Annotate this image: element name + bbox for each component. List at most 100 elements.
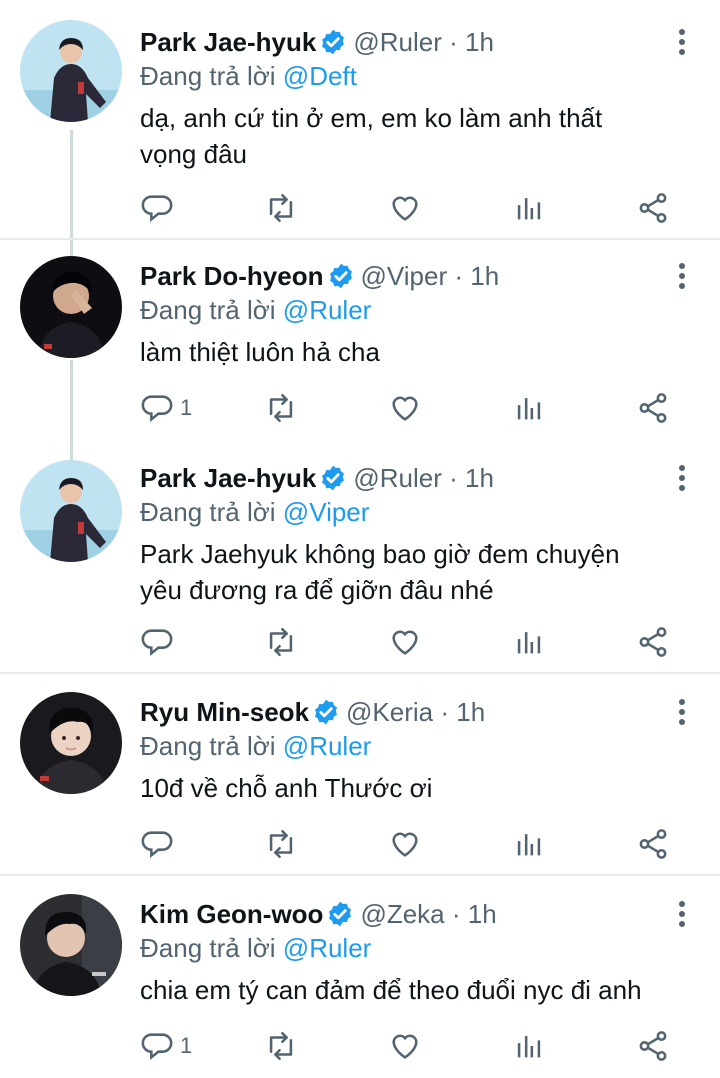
views-button[interactable]: [512, 390, 546, 426]
views-button[interactable]: [512, 190, 546, 226]
avatar[interactable]: [20, 256, 122, 358]
reply-count: 1: [180, 1033, 193, 1058]
tweet-text-line: làm thiệt luôn hả cha: [140, 337, 380, 367]
user-handle[interactable]: @Zeka: [360, 899, 444, 929]
separator-dot: ·: [454, 261, 464, 291]
user-handle[interactable]: @Viper: [361, 261, 448, 291]
more-vertical-icon[interactable]: [672, 463, 692, 493]
replying-to: Đang trả lời @Viper: [140, 496, 369, 528]
tweet-text-line: yêu đương ra để giỡn đâu nhé: [140, 575, 494, 605]
user-handle[interactable]: @Ruler: [353, 27, 442, 57]
mention-link[interactable]: @Ruler: [283, 295, 372, 325]
more-vertical-icon[interactable]: [672, 697, 692, 727]
like-button[interactable]: [388, 1028, 422, 1064]
share-button[interactable]: [636, 624, 670, 660]
views-button[interactable]: [512, 1028, 546, 1064]
views-button[interactable]: [512, 826, 546, 862]
verified-badge-icon: [322, 465, 345, 491]
more-vertical-icon[interactable]: [672, 261, 692, 291]
action-bar: 1: [140, 390, 680, 426]
reply-button[interactable]: 1: [140, 390, 192, 426]
tweet-text: 10đ về chỗ anh Thước ơi: [140, 770, 700, 806]
retweet-icon: [269, 829, 293, 859]
tweet-1[interactable]: Park Jae-hyuk @Ruler · 1h Đang trả lời @D…: [0, 0, 720, 240]
mention-link[interactable]: @Ruler: [283, 933, 372, 963]
reply-icon: [141, 395, 173, 422]
more-vertical-icon[interactable]: [672, 27, 692, 57]
share-button[interactable]: [636, 1028, 670, 1064]
retweet-icon: [269, 393, 293, 423]
replying-to: Đang trả lời @Ruler: [140, 932, 371, 964]
views-button[interactable]: [512, 624, 546, 660]
action-bar: 1: [140, 1028, 680, 1064]
avatar-image: [20, 460, 122, 562]
reply-button[interactable]: 1: [140, 1028, 192, 1064]
timestamp[interactable]: 1h: [468, 899, 497, 929]
user-handle[interactable]: @Ruler: [353, 463, 442, 493]
mention-link[interactable]: @Ruler: [283, 731, 372, 761]
timestamp[interactable]: 1h: [470, 261, 499, 291]
user-handle[interactable]: @Keria: [346, 697, 433, 727]
display-name[interactable]: Kim Geon-woo: [140, 899, 323, 929]
tweet-4[interactable]: Ryu Min-seok @Keria · 1h Đang trả lời @Ru…: [0, 674, 720, 874]
display-name[interactable]: Park Do-hyeon: [140, 261, 324, 291]
share-icon: [639, 1031, 667, 1061]
tweet-text-line: dạ, anh cứ tin ở em, em ko làm anh thất: [140, 103, 603, 133]
like-icon: [392, 396, 418, 421]
reply-count: 1: [180, 395, 193, 420]
views-icon: [517, 398, 541, 420]
reply-button[interactable]: [140, 826, 180, 862]
display-name[interactable]: Ryu Min-seok: [140, 697, 309, 727]
avatar[interactable]: [20, 460, 122, 562]
share-button[interactable]: [636, 190, 670, 226]
tweet-text-line: 10đ về chỗ anh Thước ơi: [140, 773, 433, 803]
like-button[interactable]: [388, 390, 422, 426]
tweet-text: Park Jaehyuk không bao giờ đem chuyện yê…: [140, 536, 700, 608]
verified-badge-icon: [329, 901, 352, 927]
reply-icon: [141, 629, 173, 656]
separator-dot: ·: [451, 899, 461, 929]
tweet-text-line: Park Jaehyuk không bao giờ đem chuyện: [140, 539, 620, 569]
avatar-image: [20, 894, 122, 996]
retweet-button[interactable]: [264, 190, 298, 226]
retweet-button[interactable]: [264, 624, 298, 660]
timestamp[interactable]: 1h: [465, 463, 494, 493]
display-name[interactable]: Park Jae-hyuk: [140, 463, 316, 493]
tweet-3[interactable]: Park Jae-hyuk @Ruler · 1h Đang trả lời @V…: [0, 440, 720, 672]
avatar[interactable]: [20, 692, 122, 794]
action-bar: [140, 826, 680, 862]
avatar[interactable]: [20, 20, 122, 122]
reply-button[interactable]: [140, 624, 180, 660]
views-icon: [517, 1036, 541, 1058]
verified-badge-icon: [329, 263, 352, 289]
like-button[interactable]: [388, 826, 422, 862]
timestamp[interactable]: 1h: [456, 697, 485, 727]
replying-to: Đang trả lời @Ruler: [140, 730, 371, 762]
avatar[interactable]: [20, 894, 122, 996]
retweet-button[interactable]: [264, 390, 298, 426]
replying-label: Đang trả lời: [140, 731, 276, 761]
like-button[interactable]: [388, 190, 422, 226]
more-vertical-icon[interactable]: [672, 899, 692, 929]
retweet-icon: [269, 627, 293, 657]
reply-icon: [141, 1033, 173, 1060]
mention-link[interactable]: @Deft: [283, 61, 357, 91]
retweet-button[interactable]: [264, 826, 298, 862]
verified-badge-icon: [315, 699, 337, 725]
share-icon: [639, 627, 667, 657]
avatar-image: [20, 20, 122, 122]
tweet-2[interactable]: Park Do-hyeon @Viper · 1h Đang trả lời @R…: [0, 240, 720, 440]
like-icon: [392, 832, 418, 857]
share-button[interactable]: [636, 826, 670, 862]
views-icon: [517, 198, 541, 220]
mention-link[interactable]: @Viper: [283, 497, 370, 527]
share-button[interactable]: [636, 390, 670, 426]
tweet-5[interactable]: Kim Geon-woo @Zeka · 1h Đang trả lời @Rul…: [0, 876, 720, 1078]
retweet-button[interactable]: [264, 1028, 298, 1064]
reply-button[interactable]: [140, 190, 180, 226]
display-name[interactable]: Park Jae-hyuk: [140, 27, 316, 57]
like-button[interactable]: [388, 624, 422, 660]
timestamp[interactable]: 1h: [465, 27, 494, 57]
reply-icon: [141, 195, 173, 222]
share-icon: [639, 829, 667, 859]
